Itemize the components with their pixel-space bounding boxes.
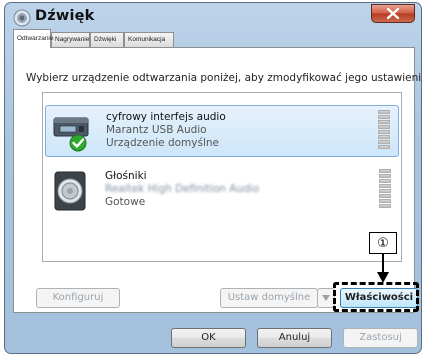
device-list[interactable]: cyfrowy interfejs audio Marantz USB Audi… bbox=[42, 92, 402, 262]
volume-level-meter bbox=[378, 110, 390, 154]
chevron-down-icon bbox=[322, 295, 330, 301]
title-bar[interactable]: Dźwięk bbox=[5, 3, 421, 33]
tab-sounds[interactable]: Dźwięki bbox=[90, 32, 124, 47]
window-title: Dźwięk bbox=[35, 8, 95, 24]
close-icon bbox=[387, 8, 399, 19]
device-row-digital-interface[interactable]: cyfrowy interfejs audio Marantz USB Audi… bbox=[45, 105, 399, 157]
device-description: Marantz USB Audio bbox=[106, 124, 207, 136]
device-row-speakers[interactable]: Głośniki Realtek High Definition Audio G… bbox=[45, 165, 399, 217]
callout-highlight bbox=[333, 282, 419, 312]
set-default-button[interactable]: Ustaw domyślne bbox=[220, 288, 318, 308]
callout-arrow-icon bbox=[377, 253, 389, 283]
device-status: Urządzenie domyślne bbox=[106, 137, 219, 149]
digital-audio-interface-icon bbox=[53, 117, 89, 152]
tab-communications[interactable]: Komunikacja bbox=[124, 32, 174, 47]
tab-recording[interactable]: Nagrywanie bbox=[51, 32, 90, 47]
speaker-icon bbox=[54, 171, 86, 211]
cancel-button[interactable]: Anuluj bbox=[257, 328, 332, 348]
device-name: Głośniki bbox=[105, 170, 147, 182]
apply-button[interactable]: Zastosuj bbox=[343, 328, 418, 348]
speaker-app-icon bbox=[13, 9, 31, 27]
configure-button[interactable]: Konfiguruj bbox=[36, 288, 120, 308]
volume-level-meter bbox=[379, 169, 391, 213]
device-name: cyfrowy interfejs audio bbox=[106, 111, 226, 123]
device-description: Realtek High Definition Audio bbox=[105, 183, 260, 195]
close-button[interactable] bbox=[371, 4, 415, 23]
ok-button[interactable]: OK bbox=[171, 328, 246, 348]
tab-playback[interactable]: Odtwarzanie bbox=[13, 29, 54, 48]
instruction-text: Wybierz urządzenie odtwarzania poniżej, … bbox=[26, 72, 422, 84]
device-status: Gotowe bbox=[105, 196, 146, 208]
callout-number: ① bbox=[369, 232, 397, 254]
playback-panel: Wybierz urządzenie odtwarzania poniżej, … bbox=[13, 47, 421, 313]
